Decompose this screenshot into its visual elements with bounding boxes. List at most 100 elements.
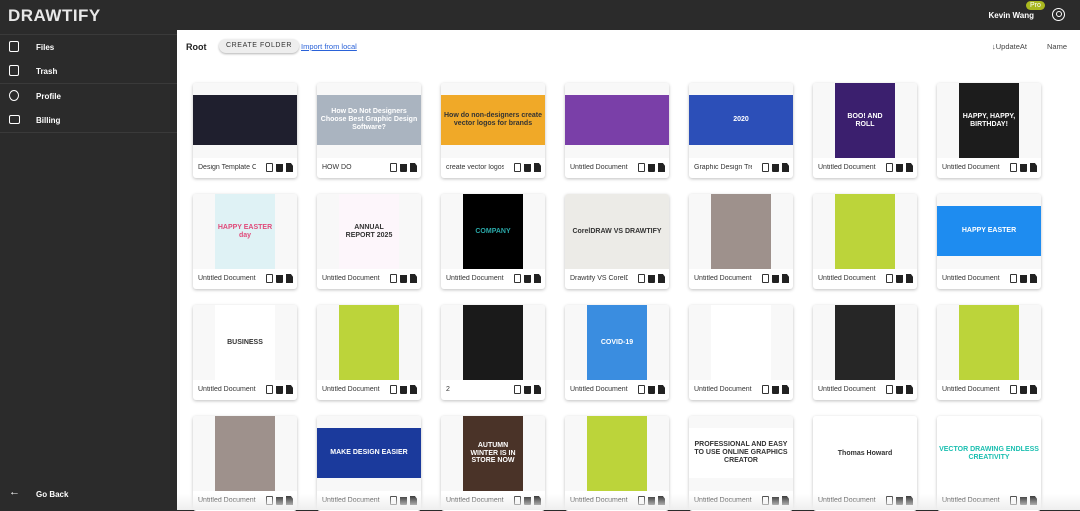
file-thumbnail[interactable]: HAPPY EASTER day (193, 194, 297, 269)
delete-icon[interactable] (1020, 275, 1027, 283)
file-thumbnail[interactable] (813, 305, 917, 380)
move-file-icon[interactable] (410, 163, 417, 172)
create-folder-button[interactable]: CREATE FOLDER (219, 39, 300, 53)
file-thumbnail[interactable]: Thomas Howard (813, 416, 917, 491)
file-thumbnail[interactable] (689, 305, 793, 380)
delete-icon[interactable] (896, 164, 903, 172)
copy-icon[interactable] (762, 385, 769, 394)
sidebar-item-billing[interactable]: Billing (0, 108, 177, 132)
file-name[interactable]: Untitled Document (322, 386, 380, 393)
move-file-icon[interactable] (1030, 163, 1037, 172)
file-thumbnail[interactable]: AUTUMN WINTER IS IN STORE NOW (441, 416, 545, 491)
file-name[interactable]: Untitled Document (942, 386, 1000, 393)
file-thumbnail[interactable] (565, 416, 669, 491)
delete-icon[interactable] (400, 275, 407, 283)
delete-icon[interactable] (276, 164, 283, 172)
delete-icon[interactable] (524, 164, 531, 172)
file-thumbnail[interactable]: CorelDRAW VS DRAWTIFY (565, 194, 669, 269)
delete-icon[interactable] (772, 386, 779, 394)
copy-icon[interactable] (886, 385, 893, 394)
move-file-icon[interactable] (286, 385, 293, 394)
file-name[interactable]: Untitled Document (198, 275, 256, 282)
file-card[interactable]: Untitled Document (813, 194, 917, 289)
file-thumbnail[interactable] (565, 83, 669, 158)
file-name[interactable]: Untitled Document (570, 164, 628, 171)
file-thumbnail[interactable] (193, 416, 297, 491)
copy-icon[interactable] (266, 274, 273, 283)
copy-icon[interactable] (1010, 163, 1017, 172)
move-file-icon[interactable] (658, 385, 665, 394)
file-card[interactable]: 2 (441, 305, 545, 400)
file-name[interactable]: 2 (446, 386, 504, 393)
file-card[interactable]: Untitled Document (813, 305, 917, 400)
copy-icon[interactable] (266, 163, 273, 172)
move-file-icon[interactable] (534, 274, 541, 283)
delete-icon[interactable] (400, 164, 407, 172)
delete-icon[interactable] (772, 275, 779, 283)
delete-icon[interactable] (524, 275, 531, 283)
copy-icon[interactable] (514, 385, 521, 394)
account-circle-icon[interactable] (1052, 8, 1065, 21)
file-name[interactable]: Untitled Document (198, 386, 256, 393)
copy-icon[interactable] (390, 385, 397, 394)
file-name[interactable]: Untitled Document (446, 275, 504, 282)
import-from-local-link[interactable]: Import from local (301, 42, 357, 51)
move-file-icon[interactable] (782, 163, 789, 172)
move-file-icon[interactable] (658, 274, 665, 283)
file-card[interactable]: HAPPY EASTER day Untitled Document (193, 194, 297, 289)
delete-icon[interactable] (524, 386, 531, 394)
delete-icon[interactable] (1020, 386, 1027, 394)
move-file-icon[interactable] (906, 385, 913, 394)
move-file-icon[interactable] (410, 274, 417, 283)
copy-icon[interactable] (886, 163, 893, 172)
file-thumbnail[interactable] (317, 305, 421, 380)
file-card[interactable]: Untitled Document (565, 83, 669, 178)
copy-icon[interactable] (390, 163, 397, 172)
file-card[interactable]: BUSINESS Untitled Document (193, 305, 297, 400)
copy-icon[interactable] (638, 163, 645, 172)
file-thumbnail[interactable] (813, 194, 917, 269)
breadcrumb[interactable]: Root (186, 42, 207, 52)
file-card[interactable]: Untitled Document (317, 305, 421, 400)
file-thumbnail[interactable] (193, 83, 297, 158)
delete-icon[interactable] (896, 275, 903, 283)
copy-icon[interactable] (762, 274, 769, 283)
file-name[interactable]: Untitled Document (322, 275, 380, 282)
file-card[interactable]: Untitled Document (937, 305, 1041, 400)
file-name[interactable]: Untitled Document (818, 386, 876, 393)
sidebar-item-trash[interactable]: Trash (0, 59, 177, 83)
file-card[interactable]: 2020 Graphic Design Tre (689, 83, 793, 178)
file-name[interactable]: Graphic Design Tre (694, 164, 752, 171)
file-thumbnail[interactable]: 2020 (689, 83, 793, 158)
copy-icon[interactable] (638, 274, 645, 283)
copy-icon[interactable] (390, 274, 397, 283)
file-thumbnail[interactable]: How do non-designers create vector logos… (441, 83, 545, 158)
file-thumbnail[interactable]: BOO! AND ROLL (813, 83, 917, 158)
drawtify-logo[interactable]: DRAWTIFY (8, 6, 101, 26)
copy-icon[interactable] (886, 274, 893, 283)
move-file-icon[interactable] (906, 163, 913, 172)
file-name[interactable]: HOW DO (322, 164, 380, 171)
file-name[interactable]: Untitled Document (942, 164, 1000, 171)
file-card[interactable]: HAPPY, HAPPY, BIRTHDAY! Untitled Documen… (937, 83, 1041, 178)
file-name[interactable]: Untitled Document (570, 386, 628, 393)
file-name[interactable]: create vector logos (446, 164, 504, 171)
file-card[interactable]: HAPPY EASTER Untitled Document (937, 194, 1041, 289)
file-thumbnail[interactable] (937, 305, 1041, 380)
file-card[interactable]: COVID-19 Untitled Document (565, 305, 669, 400)
file-card[interactable]: Design Template C (193, 83, 297, 178)
delete-icon[interactable] (1020, 164, 1027, 172)
file-card[interactable]: CorelDRAW VS DRAWTIFY Drawtify VS CorelD (565, 194, 669, 289)
sort-update-at[interactable]: ↓UpdateAt (992, 42, 1027, 51)
move-file-icon[interactable] (658, 163, 665, 172)
delete-icon[interactable] (648, 164, 655, 172)
file-name[interactable]: Untitled Document (694, 386, 752, 393)
copy-icon[interactable] (762, 163, 769, 172)
move-file-icon[interactable] (782, 385, 789, 394)
move-file-icon[interactable] (1030, 274, 1037, 283)
file-thumbnail[interactable]: COMPANY (441, 194, 545, 269)
file-thumbnail[interactable]: COVID-19 (565, 305, 669, 380)
file-card[interactable]: ANNUAL REPORT 2025 Untitled Document (317, 194, 421, 289)
move-file-icon[interactable] (410, 385, 417, 394)
file-card[interactable]: COMPANY Untitled Document (441, 194, 545, 289)
